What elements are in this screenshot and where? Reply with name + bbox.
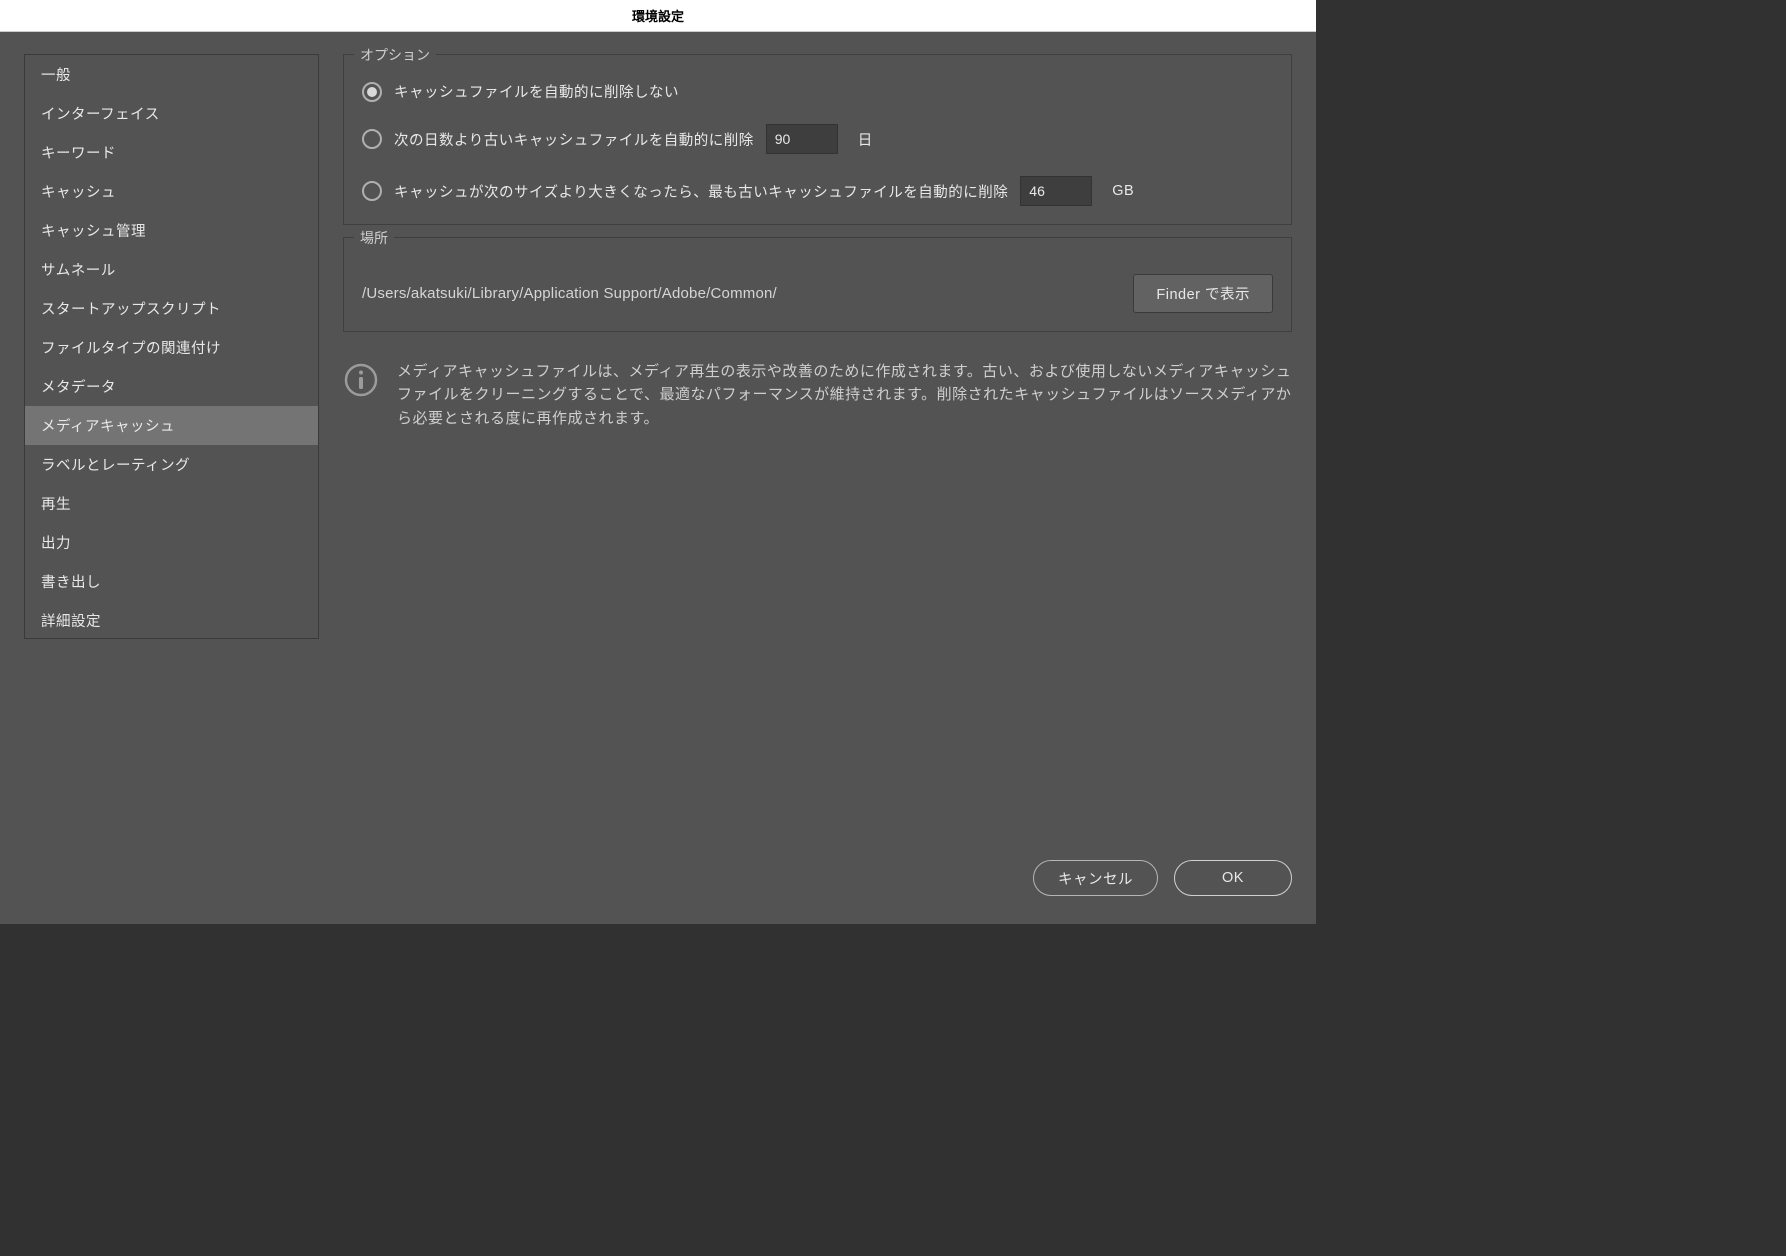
options-fieldset: オプション キャッシュファイルを自動的に削除しない 次の日数より古いキャッシュフ… [343, 54, 1292, 225]
sidebar-item-export[interactable]: 書き出し [25, 562, 318, 601]
sidebar-item-label: 詳細設定 [41, 614, 101, 630]
sidebar-item-label: サムネール [41, 263, 116, 279]
sidebar-item-file-type-associations[interactable]: ファイルタイプの関連付け [25, 328, 318, 367]
radio-label: キャッシュが次のサイズより大きくなったら、最も古いキャッシュファイルを自動的に削… [394, 181, 1008, 202]
cancel-button[interactable]: キャンセル [1033, 860, 1158, 896]
dialog-footer: キャンセル OK [0, 844, 1316, 924]
main-panel: オプション キャッシュファイルを自動的に削除しない 次の日数より古いキャッシュフ… [343, 54, 1292, 832]
info-row: メディアキャッシュファイルは、メディア再生の表示や改善のために作成されます。古い… [343, 360, 1292, 430]
size-unit: GB [1112, 183, 1134, 199]
preferences-window: 環境設定 一般 インターフェイス キーワード キャッシュ キャッシュ管理 サムネ… [0, 0, 1316, 924]
sidebar-item-startup-scripts[interactable]: スタートアップスクリプト [25, 289, 318, 328]
sidebar-item-label: ラベルとレーティング [41, 458, 190, 474]
radio-delete-days[interactable] [362, 129, 382, 149]
sidebar-item-output[interactable]: 出力 [25, 523, 318, 562]
sidebar-item-labels-ratings[interactable]: ラベルとレーティング [25, 445, 318, 484]
radio-delete-size[interactable] [362, 181, 382, 201]
sidebar-item-thumbnails[interactable]: サムネール [25, 250, 318, 289]
reveal-in-finder-button[interactable]: Finder で表示 [1133, 274, 1273, 313]
sidebar-item-label: キャッシュ管理 [41, 224, 146, 240]
radio-row-no-delete[interactable]: キャッシュファイルを自動的に削除しない [362, 81, 1273, 102]
radio-label: 次の日数より古いキャッシュファイルを自動的に削除 [394, 129, 754, 150]
days-input[interactable] [766, 124, 838, 154]
sidebar-item-keywords[interactable]: キーワード [25, 133, 318, 172]
radio-row-delete-size[interactable]: キャッシュが次のサイズより大きくなったら、最も古いキャッシュファイルを自動的に削… [362, 176, 1273, 206]
location-legend: 場所 [354, 228, 394, 248]
sidebar-item-label: メタデータ [41, 380, 116, 396]
sidebar-item-label: 出力 [41, 536, 71, 552]
info-icon [343, 362, 379, 398]
sidebar-item-playback[interactable]: 再生 [25, 484, 318, 523]
ok-button[interactable]: OK [1174, 860, 1292, 896]
sidebar-item-general[interactable]: 一般 [25, 55, 318, 94]
sidebar-item-label: メディアキャッシュ [41, 419, 175, 435]
sidebar-item-label: キーワード [41, 146, 116, 162]
cache-path: /Users/akatsuki/Library/Application Supp… [362, 285, 777, 302]
sidebar-item-label: キャッシュ [41, 185, 116, 201]
sidebar-item-media-cache[interactable]: メディアキャッシュ [25, 406, 318, 445]
sidebar-item-label: ファイルタイプの関連付け [41, 341, 221, 357]
sidebar-item-label: 一般 [41, 68, 71, 84]
window-titlebar: 環境設定 [0, 0, 1316, 32]
sidebar-list: 一般 インターフェイス キーワード キャッシュ キャッシュ管理 サムネール スタ… [25, 55, 318, 640]
options-legend: オプション [354, 45, 436, 65]
sidebar-item-label: 書き出し [41, 575, 101, 591]
sidebar-item-cache[interactable]: キャッシュ [25, 172, 318, 211]
radio-no-delete[interactable] [362, 82, 382, 102]
sidebar-item-cache-management[interactable]: キャッシュ管理 [25, 211, 318, 250]
window-title: 環境設定 [632, 6, 684, 25]
sidebar: 一般 インターフェイス キーワード キャッシュ キャッシュ管理 サムネール スタ… [24, 54, 319, 639]
sidebar-item-advanced[interactable]: 詳細設定 [25, 601, 318, 640]
days-unit: 日 [858, 129, 873, 150]
location-row: /Users/akatsuki/Library/Application Supp… [362, 264, 1273, 313]
sidebar-item-label: 再生 [41, 497, 71, 513]
radio-row-delete-days[interactable]: 次の日数より古いキャッシュファイルを自動的に削除 日 [362, 124, 1273, 154]
size-input[interactable] [1020, 176, 1092, 206]
sidebar-item-label: インターフェイス [41, 107, 160, 123]
sidebar-item-metadata[interactable]: メタデータ [25, 367, 318, 406]
content-area: 一般 インターフェイス キーワード キャッシュ キャッシュ管理 サムネール スタ… [0, 32, 1316, 844]
sidebar-item-label: スタートアップスクリプト [41, 302, 221, 318]
radio-label: キャッシュファイルを自動的に削除しない [394, 81, 679, 102]
info-text: メディアキャッシュファイルは、メディア再生の表示や改善のために作成されます。古い… [397, 360, 1292, 430]
sidebar-item-interface[interactable]: インターフェイス [25, 94, 318, 133]
location-fieldset: 場所 /Users/akatsuki/Library/Application S… [343, 237, 1292, 332]
